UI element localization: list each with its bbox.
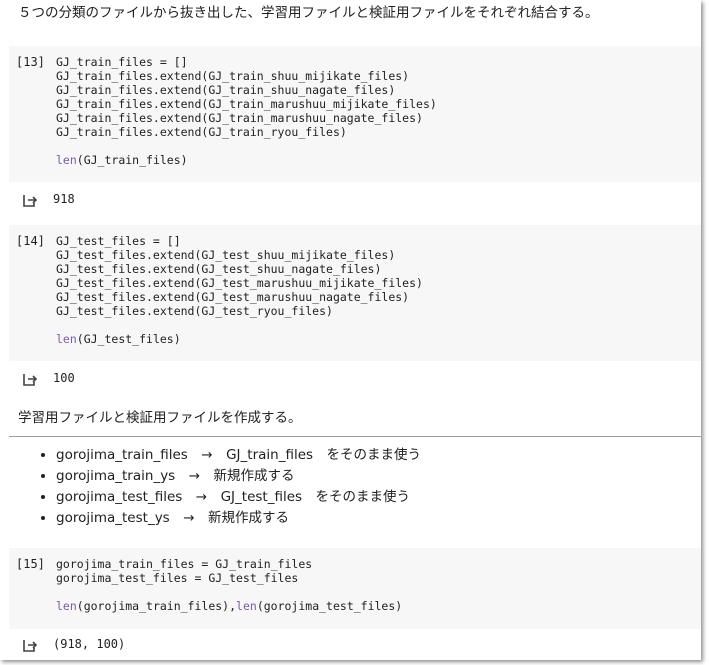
code-editor[interactable]: GJ_test_files = [] GJ_test_files.extend(…	[56, 234, 423, 346]
output-arrow-icon[interactable]	[22, 192, 38, 208]
list-item: gorojima_test_ys → 新規作成する	[56, 508, 421, 529]
code-line: GJ_train_files.extend(GJ_train_shuu_naga…	[56, 83, 396, 97]
section-text: 学習用ファイルと検証用ファイルを作成する。	[18, 410, 302, 426]
output-arrow-icon[interactable]	[22, 637, 38, 653]
code-line: GJ_test_files.extend(GJ_test_marushuu_na…	[56, 290, 410, 304]
code-line: GJ_train_files.extend(GJ_train_ryou_file…	[56, 125, 347, 139]
code-line: len(GJ_test_files)	[56, 332, 181, 346]
code-line: gorojima_train_files = GJ_train_files	[56, 557, 313, 571]
output-text: 918	[53, 192, 75, 206]
code-line: len(GJ_train_files)	[56, 153, 188, 167]
code-line: GJ_test_files = []	[56, 234, 181, 248]
list-item: gorojima_train_files → GJ_train_files をそ…	[56, 445, 421, 466]
intro-text: ５つの分類のファイルから抜き出した、学習用ファイルと検証用ファイルをそれぞれ結合…	[18, 5, 599, 21]
output-arrow-icon[interactable]	[22, 371, 38, 387]
code-cell-14[interactable]: [14] GJ_test_files = [] GJ_test_files.ex…	[9, 225, 701, 361]
cell-prompt[interactable]: [14]	[16, 234, 45, 248]
list-item: gorojima_train_ys → 新規作成する	[56, 466, 421, 487]
cell-prompt[interactable]: [13]	[16, 55, 45, 69]
divider	[9, 436, 701, 437]
output-text: (918, 100)	[53, 637, 126, 651]
code-line: GJ_train_files.extend(GJ_train_shuu_miji…	[56, 69, 410, 83]
code-editor[interactable]: GJ_train_files = [] GJ_train_files.exten…	[56, 55, 437, 167]
code-line: GJ_test_files.extend(GJ_test_shuu_nagate…	[56, 262, 382, 276]
code-line: GJ_test_files.extend(GJ_test_shuu_mijika…	[56, 248, 396, 262]
output-text: 100	[53, 371, 75, 385]
keyword-len: len	[56, 153, 77, 167]
bullet-list: gorojima_train_files → GJ_train_files をそ…	[18, 445, 421, 529]
code-line: GJ_train_files.extend(GJ_train_marushuu_…	[56, 97, 437, 111]
code-line: gorojima_test_files = GJ_test_files	[56, 571, 299, 585]
code-editor[interactable]: gorojima_train_files = GJ_train_files go…	[56, 557, 402, 613]
code-line: GJ_train_files = []	[56, 55, 188, 69]
code-line: GJ_test_files.extend(GJ_test_marushuu_mi…	[56, 276, 423, 290]
notebook-frame: ５つの分類のファイルから抜き出した、学習用ファイルと検証用ファイルをそれぞれ結合…	[0, 0, 701, 660]
cell-output: (918, 100)	[9, 628, 701, 660]
keyword-len: len	[56, 332, 77, 346]
cell-prompt[interactable]: [15]	[16, 557, 45, 571]
code-cell-13[interactable]: [13] GJ_train_files = [] GJ_train_files.…	[9, 46, 701, 182]
code-line: GJ_train_files.extend(GJ_train_marushuu_…	[56, 111, 423, 125]
code-line: len(gorojima_train_files),len(gorojima_t…	[56, 599, 403, 613]
code-cell-15[interactable]: [15] gorojima_train_files = GJ_train_fil…	[9, 548, 701, 629]
cell-output: 918	[9, 183, 701, 217]
code-line: GJ_test_files.extend(GJ_test_ryou_files)	[56, 304, 333, 318]
cell-output: 100	[9, 362, 701, 396]
keyword-len: len	[56, 599, 77, 613]
list-item: gorojima_test_files → GJ_test_files をそのま…	[56, 487, 421, 508]
keyword-len: len	[236, 599, 257, 613]
